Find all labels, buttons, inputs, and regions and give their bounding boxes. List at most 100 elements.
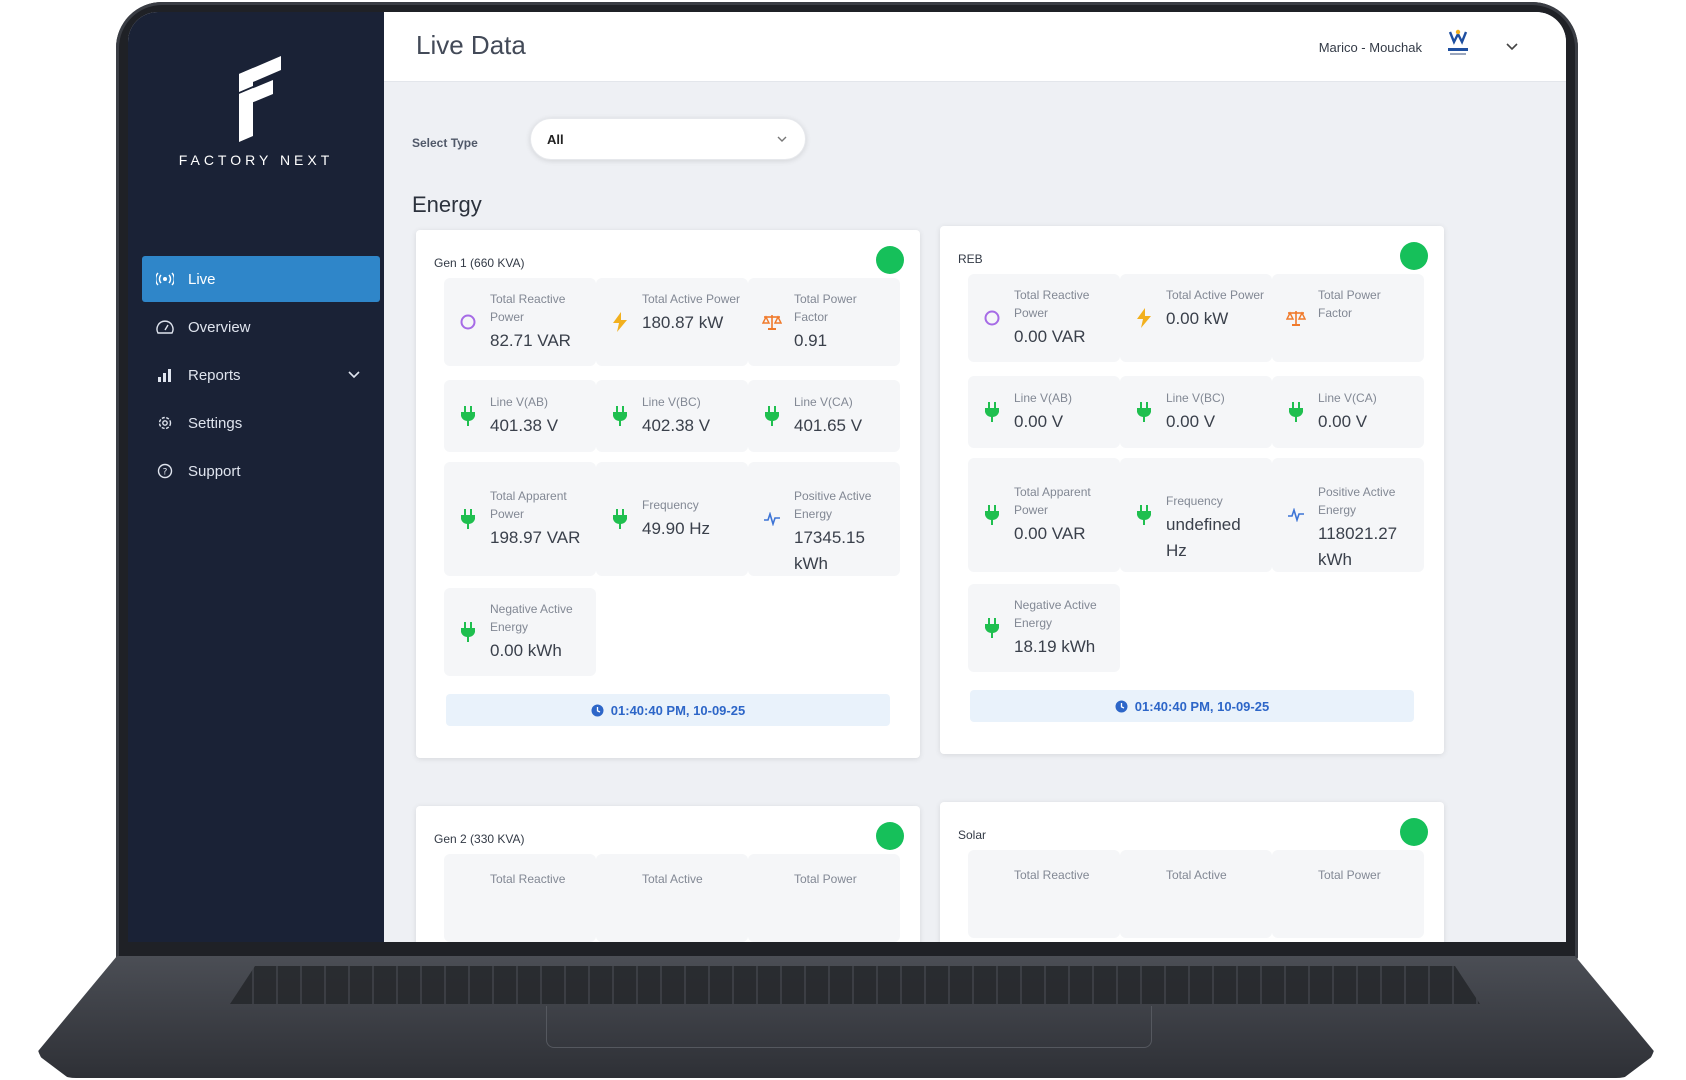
metric-value: 49.90 Hz [642, 519, 711, 538]
metric-value: 0.00 V [1166, 412, 1216, 431]
plug-icon [1134, 401, 1154, 423]
gauge-icon [156, 318, 174, 336]
marico-logo-icon [1448, 29, 1468, 55]
metric-label: Total Reactive Power [490, 292, 566, 324]
metric-tile: Total Power Factor [1272, 274, 1424, 362]
plug-icon [982, 504, 1002, 526]
card-title: Gen 2 (330 KVA) [434, 832, 525, 846]
metric-tile: Frequency 49.90 Hz [596, 462, 748, 576]
metric-tile: Total Reactive [968, 850, 1120, 938]
metric-tile: Positive Active Energy 17345.15 kWh [748, 462, 900, 576]
metric-label: Total Reactive [490, 872, 566, 886]
metric-value: 0.00 V [1318, 412, 1368, 431]
laptop-trackpad [546, 1006, 1152, 1048]
metric-value: 17345.15 kWh [794, 528, 865, 573]
sidebar-item-support[interactable]: ? Support [142, 448, 380, 494]
metric-label: Negative Active Energy [490, 602, 573, 634]
status-indicator [1400, 818, 1428, 846]
broadcast-icon [156, 270, 174, 288]
metric-value: 401.38 V [490, 416, 559, 435]
plug-icon [982, 617, 1002, 639]
metric-tile: Line V(CA) 401.65 V [748, 380, 900, 452]
chevron-down-icon[interactable] [346, 366, 362, 382]
sidebar-item-label: Live [188, 270, 216, 288]
metric-value: 0.00 kW [1166, 309, 1229, 328]
metric-label: Total Power [794, 872, 857, 886]
metric-label: Total Power Factor [794, 292, 857, 324]
lightning-bolt-icon [1134, 307, 1154, 329]
metric-value: 0.00 VAR [1014, 524, 1086, 543]
lightning-bolt-icon [610, 311, 630, 333]
top-header: Live Data Marico - Mouchak [384, 12, 1566, 82]
plug-icon [458, 508, 478, 530]
metric-value: 0.91 [794, 331, 828, 350]
brand-name: FACTORY NEXT [178, 152, 334, 168]
plug-icon [762, 405, 782, 427]
metric-label: Line V(BC) [1166, 391, 1225, 405]
metric-tile: Total Active [1120, 850, 1272, 938]
balance-scale-icon [1286, 307, 1306, 329]
select-type-dropdown[interactable]: All [530, 118, 806, 160]
metric-tile: Total Reactive Power 0.00 VAR [968, 274, 1120, 362]
metric-label: Line V(BC) [642, 395, 701, 409]
sidebar-item-settings[interactable]: Settings [142, 400, 380, 446]
chevron-down-icon [777, 136, 787, 142]
metric-label: Line V(CA) [794, 395, 853, 409]
plug-icon [1134, 504, 1154, 526]
metric-value: 180.87 kW [642, 313, 724, 332]
metric-label: Line V(AB) [490, 395, 549, 409]
metric-tile: Positive Active Energy 118021.27 kWh [1272, 458, 1424, 572]
metric-tile: Line V(BC) 0.00 V [1120, 376, 1272, 448]
sidebar-nav: Live Overview Reports Settings ? Support [142, 256, 380, 496]
brand: FACTORY NEXT [128, 56, 384, 168]
metric-label: Line V(AB) [1014, 391, 1073, 405]
metric-label: Frequency [642, 498, 699, 512]
metric-tile: Total Apparent Power 0.00 VAR [968, 458, 1120, 572]
status-indicator [876, 246, 904, 274]
last-updated-bar: 01:40:40 PM, 10-09-25 [446, 694, 890, 726]
metric-tile: Negative Active Energy 0.00 kWh [444, 588, 596, 676]
bar-chart-icon [156, 366, 174, 384]
metric-tile: Frequency undefined Hz [1120, 458, 1272, 572]
pulse-wave-icon [1286, 504, 1306, 526]
meter-card: REB Total Reactive Power 0.00 VAR Total Act… [940, 226, 1444, 754]
metric-label: Total Reactive Power [1014, 288, 1090, 320]
clock-icon [1115, 700, 1128, 712]
plug-icon [458, 621, 478, 643]
timestamp: 01:40:40 PM, 10-09-25 [610, 702, 746, 718]
metric-value: 118021.27 kWh [1318, 524, 1398, 569]
metric-value: undefined Hz [1166, 515, 1241, 560]
chevron-down-icon[interactable] [1504, 38, 1520, 54]
metric-tile: Line V(CA) 0.00 V [1272, 376, 1424, 448]
sidebar-item-reports[interactable]: Reports [142, 352, 380, 398]
metric-tile: Total Active Power 0.00 kW [1120, 274, 1272, 362]
sidebar-item-live[interactable]: Live [142, 256, 380, 302]
metric-label: Total Apparent Power [1014, 485, 1091, 517]
plug-icon [458, 405, 478, 427]
plug-icon [982, 401, 1002, 423]
last-updated-bar: 01:40:40 PM, 10-09-25 [970, 690, 1414, 722]
metric-value: 0.00 VAR [1014, 327, 1086, 346]
metric-tile: Total Apparent Power 198.97 VAR [444, 462, 596, 576]
metric-label: Total Power [1318, 868, 1381, 882]
metric-label: Total Power Factor [1318, 288, 1381, 320]
factory-next-logo-icon [239, 56, 281, 142]
metric-label: Total Active Power [1166, 288, 1265, 302]
metric-tile: Total Reactive [444, 854, 596, 942]
metric-label: Total Apparent Power [490, 489, 567, 521]
meter-card: Solar Total Reactive Total Active Total Pow… [940, 802, 1444, 942]
sidebar-item-label: Overview [188, 318, 251, 336]
meter-card: Gen 1 (660 KVA) Total Reactive Power 82.71… [416, 230, 920, 758]
metric-tile: Total Active [596, 854, 748, 942]
gear-icon [156, 414, 174, 432]
sidebar-item-overview[interactable]: Overview [142, 304, 380, 350]
metric-label: Negative Active Energy [1014, 598, 1097, 630]
metric-value: 18.19 kWh [1014, 637, 1096, 656]
reactive-power-ring-icon [982, 307, 1002, 329]
metric-tile: Total Power Factor 0.91 [748, 278, 900, 366]
user-name[interactable]: Marico - Mouchak [1319, 40, 1422, 55]
metric-label: Total Active Power [642, 292, 741, 306]
metric-tile: Line V(BC) 402.38 V [596, 380, 748, 452]
svg-text:?: ? [163, 468, 168, 478]
metric-label: Positive Active Energy [794, 489, 872, 521]
